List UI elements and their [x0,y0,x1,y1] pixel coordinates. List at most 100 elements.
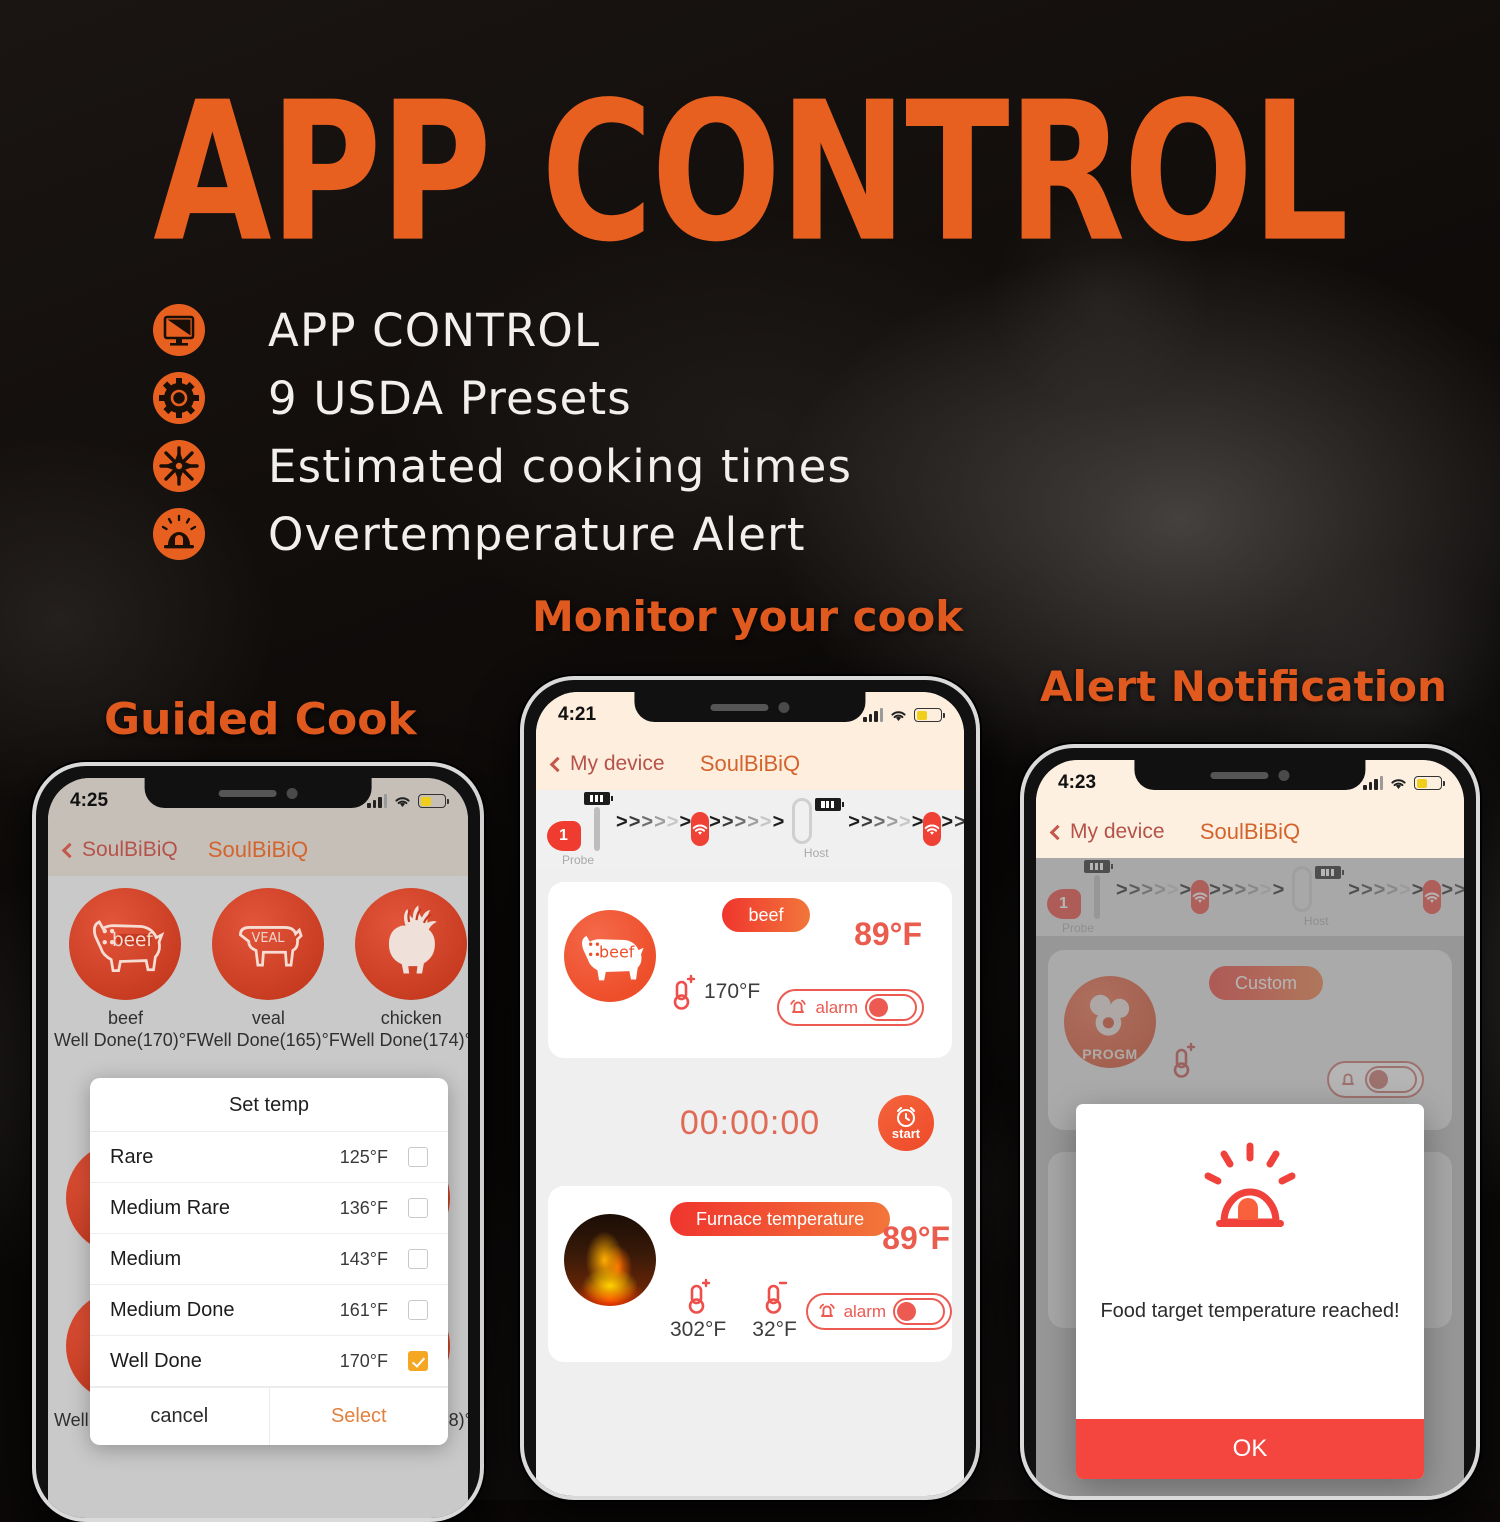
feature-row-cooking-times: Estimated cooking times [152,432,852,500]
back-button[interactable]: My device [549,752,665,776]
chicken-icon [355,888,468,1000]
beef-avatar-icon: beef [564,910,656,1002]
ok-button[interactable]: OK [1076,1419,1424,1479]
caption-monitor-your-cook: Monitor your cook [532,592,964,641]
option-temp: 143°F [339,1248,388,1269]
option-checkbox[interactable] [408,1249,428,1269]
cancel-button[interactable]: cancel [90,1388,270,1445]
thermometer-high-icon [673,974,696,1010]
phone-guided-cook: 4:25 SoulBiBiQ SoulBiBiQ beef beef Well … [32,762,484,1522]
wifi-icon [1391,778,1406,789]
screen-alert: 4:23 My device SoulBiBiQ 1 [1036,760,1464,1496]
option-label: Medium Rare [110,1196,231,1219]
host-icon [791,798,812,844]
nav-title: SoulBiBiQ [699,751,801,776]
alarm-label: alarm [843,1301,887,1321]
food-name: chicken [380,1008,442,1028]
svg-text:VEAL: VEAL [252,931,286,946]
back-button[interactable]: My device [1049,820,1165,844]
notch [634,692,866,722]
caption-guided-cook: Guided Cook [104,694,417,745]
temp-option-medium[interactable]: Medium 143°F [90,1234,448,1285]
alarm-toggle-furnace[interactable]: alarm [805,1293,953,1330]
feature-row-presets: 9 USDA Presets [152,364,852,432]
target-temp-metric: 170°F [670,972,760,1012]
alarm-label: alarm [815,997,858,1017]
temp-option-well-done[interactable]: Well Done 170°F [90,1336,448,1387]
food-preset-chicken[interactable]: chicken Well Done(174)°F [340,888,468,1051]
back-label: My device [570,752,665,775]
furnace-high-value: 302°F [670,1318,727,1341]
cellular-signal-icon [1363,776,1383,790]
feature-row-app-control: APP CONTROL [152,296,852,364]
temp-option-medium-rare[interactable]: Medium Rare 136°F [90,1183,448,1234]
nav-bar: My device SoulBiBiQ [536,738,964,790]
option-label: Well Done [110,1349,202,1372]
alarm-clock-icon [896,1106,916,1127]
furnace-tag-pill[interactable]: Furnace temperature [670,1202,891,1236]
furnace-card: Furnace temperature 89°F 302°F 32°F alar… [548,1186,953,1362]
wifi-chip-icon-2 [923,812,942,846]
timer-row: 00:00:00 start [548,1076,952,1170]
current-temp-value: 89°F [854,916,922,952]
veal-cow-icon: VEAL [212,888,325,1000]
food-preset-veal[interactable]: VEAL veal Well Done(165)°F [197,888,340,1051]
feature-label: Overtemperature Alert [268,507,806,561]
status-time: 4:21 [558,704,597,725]
fire-avatar-icon [564,1214,656,1306]
back-button[interactable]: SoulBiBiQ [61,838,178,862]
furnace-low-value: 32°F [752,1318,797,1341]
notch [1134,760,1366,790]
monitor-icon [152,303,206,357]
wifi-icon [395,796,410,807]
target-temp-value: 170°F [704,980,761,1003]
option-label: Medium Done [110,1298,235,1321]
alarm-bell-icon [790,999,807,1013]
option-temp: 125°F [339,1146,388,1167]
option-checkbox[interactable] [408,1147,428,1167]
device-chain: 1 Probe >>>>>> >>>>>> [536,790,964,868]
signal-arrows-4: >>>>>> [941,811,964,833]
signal-arrows-3: >>>>>> [848,811,924,833]
start-timer-button[interactable]: start [878,1095,934,1151]
start-label: start [891,1125,921,1141]
feature-row-overtemp: Overtemperature Alert [152,500,852,568]
food-tag-pill[interactable]: beef [722,898,810,932]
chain-node-probe: 1 Probe [540,791,616,867]
temp-option-medium-done[interactable]: Medium Done 161°F [90,1285,448,1336]
option-label: Rare [110,1145,154,1168]
timer-value: 00:00:00 [679,1103,821,1142]
probe-battery-icon [583,791,613,805]
select-button[interactable]: Select [270,1388,449,1445]
siren-alert-icon [1204,1142,1296,1227]
phone-monitor: 4:21 My device SoulBiBiQ 1 Probe > > > >… [520,676,980,1500]
page-title: APP CONTROL [153,62,1349,285]
furnace-high-metric: 302°F [670,1276,726,1342]
alarm-switch[interactable] [893,1298,946,1325]
option-checkbox[interactable] [408,1300,428,1320]
food-temp: Well Done(174)°F [339,1030,468,1050]
set-temp-dialog: Set temp Rare 125°F Medium Rare 136°F Me… [90,1078,448,1445]
thermometer-low-icon [765,1281,787,1314]
back-label: SoulBiBiQ [82,838,178,861]
alert-dialog: Food target temperature reached! OK [1076,1104,1424,1479]
svg-text:beef: beef [599,943,635,962]
option-checkbox-checked[interactable] [408,1351,428,1371]
food-preset-grid: beef beef Well Done(170)°F VEAL veal Wel… [48,876,468,1051]
temp-option-rare[interactable]: Rare 125°F [90,1132,448,1183]
screen-monitor: 4:21 My device SoulBiBiQ 1 Probe > > > >… [536,692,964,1496]
battery-icon [1414,776,1445,790]
nav-bar: My device SoulBiBiQ [1036,806,1464,858]
host-battery-icon [814,798,844,811]
feature-label: Estimated cooking times [268,439,853,493]
option-checkbox[interactable] [408,1198,428,1218]
food-preset-beef[interactable]: beef beef Well Done(170)°F [54,888,197,1051]
alarm-toggle-beef[interactable]: alarm [777,989,924,1026]
option-temp: 170°F [339,1350,388,1371]
svg-text:beef: beef [112,930,153,951]
dialog-actions: cancel Select [90,1387,448,1445]
alarm-switch[interactable] [865,994,917,1021]
option-temp: 161°F [339,1299,388,1320]
chevron-left-icon [549,756,566,772]
caption-alert-notification: Alert Notification [1040,662,1447,711]
